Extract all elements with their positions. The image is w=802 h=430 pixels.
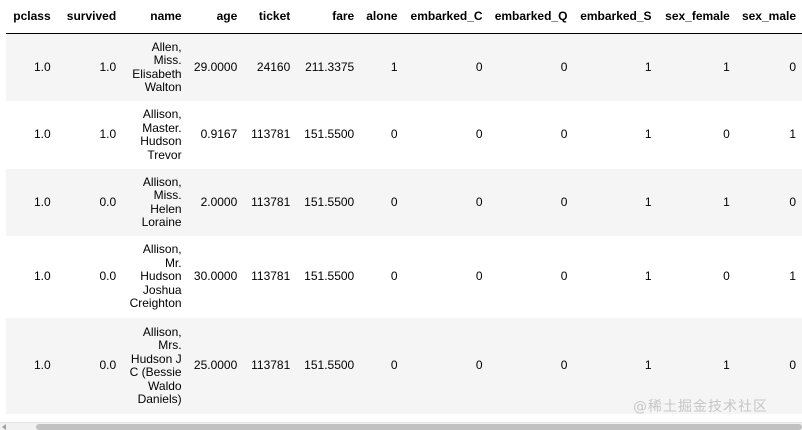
cell-embarked-c: 0	[403, 33, 489, 101]
cell-sex-female: 0	[657, 101, 736, 169]
column-header-alone: alone	[360, 0, 404, 34]
cell-survived: 1.0	[56, 33, 123, 101]
table-row: 1.0 0.0 Allison, Miss. Helen Loraine 2.0…	[6, 169, 802, 236]
dataframe-output: pclass survived name age ticket fare alo…	[0, 0, 802, 430]
horizontal-scrollbar[interactable]	[0, 422, 802, 430]
cell-pclass: 1.0	[6, 33, 57, 101]
cell-age: 29.0000	[187, 33, 244, 101]
cell-ticket: 113781	[243, 318, 297, 414]
cell-embarked-s: 1	[573, 33, 658, 101]
cell-age: 0.9167	[187, 101, 244, 169]
cell-sex-male: 1	[735, 236, 802, 318]
column-header-name: name	[122, 0, 188, 34]
column-header-embarked-s: embarked_S	[573, 0, 658, 34]
column-header-embarked-c: embarked_C	[403, 0, 489, 34]
cell-pclass: 1.0	[6, 169, 57, 236]
cell-ticket: 113781	[243, 169, 297, 236]
cell-embarked-q: 0	[488, 101, 574, 169]
cell-name: Allen, Miss. Elisabeth Walton	[122, 33, 188, 101]
cell-embarked-q: 0	[488, 236, 574, 318]
cell-survived: 0.0	[56, 236, 123, 318]
header-row: pclass survived name age ticket fare alo…	[6, 0, 802, 34]
cell-alone: 0	[360, 318, 404, 414]
cell-survived: 0.0	[56, 169, 123, 236]
cell-embarked-c: 0	[403, 318, 489, 414]
cell-pclass: 1.0	[6, 318, 57, 414]
cell-age: 25.0000	[187, 318, 244, 414]
column-header-survived: survived	[56, 0, 123, 34]
cell-survived: 1.0	[56, 101, 123, 169]
column-header-ticket: ticket	[243, 0, 297, 34]
cell-fare: 151.5500	[296, 169, 361, 236]
cell-embarked-s: 1	[573, 236, 658, 318]
cell-embarked-q: 0	[488, 169, 574, 236]
cell-age: 2.0000	[187, 169, 244, 236]
cell-name: Allison, Miss. Helen Loraine	[122, 169, 188, 236]
cell-fare: 151.5500	[296, 236, 361, 318]
cell-fare: 211.3375	[296, 33, 361, 101]
cell-alone: 1	[360, 33, 404, 101]
column-header-fare: fare	[296, 0, 361, 34]
cell-pclass: 1.0	[6, 101, 57, 169]
cell-sex-female: 0	[657, 236, 736, 318]
column-header-sex-female: sex_female	[657, 0, 736, 34]
cell-embarked-s: 1	[573, 169, 658, 236]
cell-pclass: 1.0	[6, 236, 57, 318]
cell-ticket: 24160	[243, 33, 297, 101]
cell-embarked-c: 0	[403, 236, 489, 318]
table-row: 1.0 0.0 Allison, Mr. Hudson Joshua Creig…	[6, 236, 802, 318]
column-header-pclass: pclass	[6, 0, 57, 34]
cell-sex-female: 1	[657, 169, 736, 236]
cell-alone: 0	[360, 236, 404, 318]
cell-name: Allison, Mrs. Hudson J C (Bessie Waldo D…	[122, 318, 188, 414]
cell-embarked-c: 0	[403, 169, 489, 236]
juejin-watermark: @稀土掘金技术社区	[633, 399, 768, 415]
column-header-sex-male: sex_male	[735, 0, 802, 34]
cell-embarked-c: 0	[403, 101, 489, 169]
cell-ticket: 113781	[243, 236, 297, 318]
cell-fare: 151.5500	[296, 318, 361, 414]
cell-ticket: 113781	[243, 101, 297, 169]
column-header-age: age	[187, 0, 244, 34]
cell-survived: 0.0	[56, 318, 123, 414]
cell-embarked-q: 0	[488, 318, 574, 414]
scrollbar-thumb[interactable]	[36, 424, 802, 430]
cell-alone: 0	[360, 101, 404, 169]
cell-age: 30.0000	[187, 236, 244, 318]
column-header-embarked-q: embarked_Q	[488, 0, 574, 34]
dataframe-table: pclass survived name age ticket fare alo…	[6, 0, 802, 414]
scroll-left-arrow-icon[interactable]	[2, 424, 6, 430]
table-row: 1.0 1.0 Allison, Master. Hudson Trevor 0…	[6, 101, 802, 169]
cell-sex-female: 1	[657, 33, 736, 101]
table-row: 1.0 1.0 Allen, Miss. Elisabeth Walton 29…	[6, 33, 802, 101]
cell-alone: 0	[360, 169, 404, 236]
cell-sex-male: 0	[735, 169, 802, 236]
cell-fare: 151.5500	[296, 101, 361, 169]
cell-sex-male: 0	[735, 33, 802, 101]
cell-embarked-s: 1	[573, 101, 658, 169]
cell-name: Allison, Mr. Hudson Joshua Creighton	[122, 236, 188, 318]
cell-sex-male: 1	[735, 101, 802, 169]
cell-embarked-q: 0	[488, 33, 574, 101]
cell-name: Allison, Master. Hudson Trevor	[122, 101, 188, 169]
